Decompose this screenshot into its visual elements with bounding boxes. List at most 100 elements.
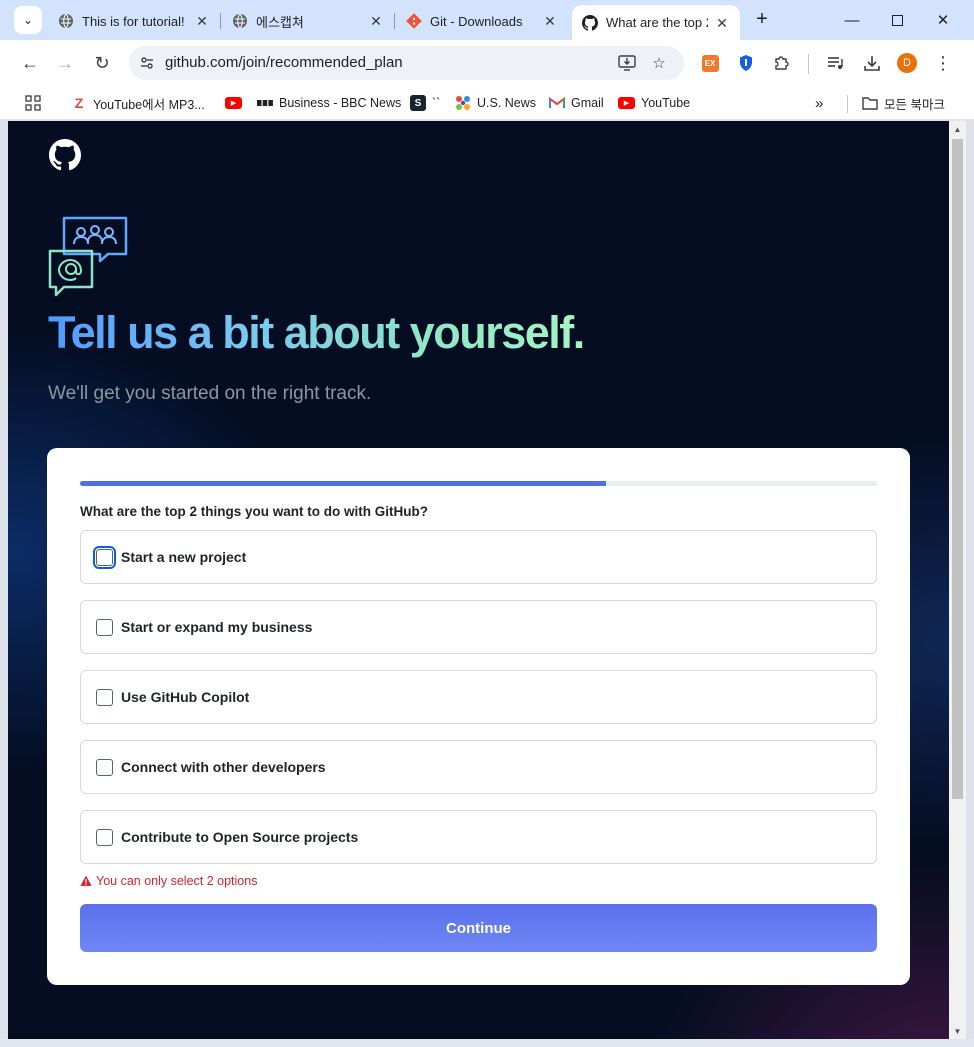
page-title: Tell us a bit about yourself. [48, 307, 585, 358]
progress-fill [80, 481, 607, 486]
bookmark-label: YouTube에서 MP3... [93, 97, 205, 112]
validation-warning: You can only select 2 options [80, 874, 257, 888]
gmail-icon [549, 95, 565, 111]
alert-triangle-icon [80, 875, 92, 886]
new-tab-button[interactable]: + [750, 8, 774, 32]
globe-icon [232, 13, 248, 29]
chevron-down-icon: ⌄ [22, 13, 34, 27]
install-app-icon[interactable] [617, 53, 637, 73]
forward-button[interactable]: → [51, 49, 79, 77]
all-bookmarks-button[interactable]: 모든 북마크 [862, 92, 945, 114]
bbc-icon [257, 99, 273, 107]
minimize-button[interactable]: — [829, 0, 875, 40]
option-label: Connect with other developers [121, 759, 326, 775]
checkbox[interactable] [96, 758, 113, 776]
usnews-icon [455, 95, 471, 111]
close-icon[interactable]: ✕ [714, 15, 730, 31]
bookmark-label: Gmail [571, 96, 604, 110]
option-contribute-open-source[interactable]: Contribute to Open Source projects [80, 810, 877, 864]
shield-icon[interactable] [736, 53, 756, 73]
globe-icon [58, 13, 74, 29]
puzzle-icon[interactable] [772, 53, 792, 73]
tab-search-button[interactable]: ⌄ [14, 6, 42, 34]
bookmark-label: Business - BBC News [279, 96, 402, 110]
menu-kebab-icon[interactable]: ⋮ [933, 53, 953, 73]
tab-git-downloads[interactable]: Git - Downloads ✕ [396, 6, 568, 36]
bookmark-s[interactable]: S `` [410, 92, 440, 114]
tab-title: What are the top 2 [606, 15, 708, 30]
bookmarks-overflow-button[interactable]: » [815, 92, 823, 114]
git-icon [406, 13, 422, 29]
site-settings-icon[interactable] [137, 53, 157, 73]
bookmark-youtube[interactable]: ▶ YouTube [618, 92, 690, 114]
page-subtitle: We'll get you started on the right track… [48, 383, 372, 404]
tab-divider [220, 13, 221, 29]
option-start-new-project[interactable]: Start a new project [80, 530, 877, 584]
apps-grid-icon[interactable] [25, 92, 41, 114]
download-icon[interactable] [862, 53, 882, 73]
reload-icon: ↻ [94, 52, 110, 73]
chevron-double-right-icon: » [815, 94, 824, 112]
maximize-button[interactable] [874, 0, 920, 40]
github-logo-icon[interactable] [49, 139, 81, 171]
toolbar-divider [808, 54, 809, 74]
chat-community-icon [48, 216, 128, 297]
youtube-icon: ▶ [618, 97, 635, 109]
scroll-down-arrow-icon[interactable]: ▼ [949, 1023, 966, 1039]
close-icon[interactable]: ✕ [368, 13, 384, 29]
bookmark-youtube-icon-only[interactable]: ▶ [225, 92, 248, 114]
bookmark-gmail[interactable]: Gmail [549, 92, 604, 114]
tab-escapture[interactable]: 에스캡쳐 ✕ [222, 6, 394, 36]
bookmark-star-icon[interactable]: ☆ [649, 53, 669, 73]
browser-toolbar: ← → ↻ github.com/join/recommended_plan ☆… [0, 40, 974, 86]
z-icon: Z [74, 95, 84, 111]
warning-text: You can only select 2 options [96, 874, 258, 888]
avatar-initial: D [897, 53, 917, 73]
continue-button[interactable]: Continue [80, 904, 877, 952]
bookmark-youtube-mp3[interactable]: Z YouTube에서 MP3... [71, 92, 205, 114]
close-window-button[interactable]: ✕ [920, 0, 966, 40]
option-label: Start a new project [121, 549, 247, 565]
all-bookmarks-label: 모든 북마크 [884, 97, 945, 112]
scrollbar-thumb[interactable] [952, 139, 963, 799]
option-connect-developers[interactable]: Connect with other developers [80, 740, 877, 794]
tab-github-active[interactable]: What are the top 2 ✕ [572, 5, 740, 40]
bookmark-label: `` [432, 96, 441, 110]
maximize-icon [891, 14, 903, 26]
browser-window: ⌄ This is for tutorial! ✕ 에스캡쳐 ✕ Git - D… [0, 0, 974, 1047]
profile-avatar[interactable]: D [897, 53, 917, 73]
option-use-copilot[interactable]: Use GitHub Copilot [80, 670, 877, 724]
checkbox[interactable] [96, 688, 113, 706]
bookmark-us-news[interactable]: U.S. News [455, 92, 536, 114]
tab-title: 에스캡쳐 [256, 14, 304, 30]
media-queue-icon[interactable] [826, 53, 846, 73]
checkbox[interactable] [96, 828, 113, 846]
close-icon[interactable]: ✕ [542, 13, 558, 29]
back-button[interactable]: ← [16, 49, 44, 77]
bookmark-label: U.S. News [477, 96, 537, 110]
scroll-up-arrow-icon[interactable]: ▲ [949, 121, 966, 137]
bookmark-bbc-business[interactable]: Business - BBC News [257, 92, 401, 114]
forward-arrow-icon: → [56, 52, 74, 73]
folder-icon [862, 95, 878, 111]
tab-strip: ⌄ This is for tutorial! ✕ 에스캡쳐 ✕ Git - D… [0, 0, 974, 40]
checkbox[interactable] [93, 545, 116, 569]
bookmark-divider [847, 95, 848, 113]
minimize-icon: — [844, 11, 860, 29]
address-bar[interactable]: github.com/join/recommended_plan ☆ [129, 46, 684, 80]
youtube-icon: ▶ [225, 97, 242, 109]
option-label: Contribute to Open Source projects [121, 829, 359, 845]
close-icon: ✕ [936, 12, 950, 29]
page-scrollbar[interactable]: ▲ ▼ [949, 121, 966, 1039]
extension-ex-icon[interactable]: EX [700, 53, 720, 73]
option-start-expand-business[interactable]: Start or expand my business [80, 600, 877, 654]
checkbox[interactable] [96, 618, 113, 636]
s-icon: S [410, 95, 426, 111]
tab-tutorial[interactable]: This is for tutorial! ✕ [48, 6, 220, 36]
survey-card: What are the top 2 things you want to do… [47, 448, 910, 985]
github-icon [582, 14, 598, 31]
tab-title: This is for tutorial! [82, 13, 185, 29]
reload-button[interactable]: ↻ [88, 49, 116, 77]
close-icon[interactable]: ✕ [194, 13, 210, 29]
question-label: What are the top 2 things you want to do… [80, 504, 428, 519]
